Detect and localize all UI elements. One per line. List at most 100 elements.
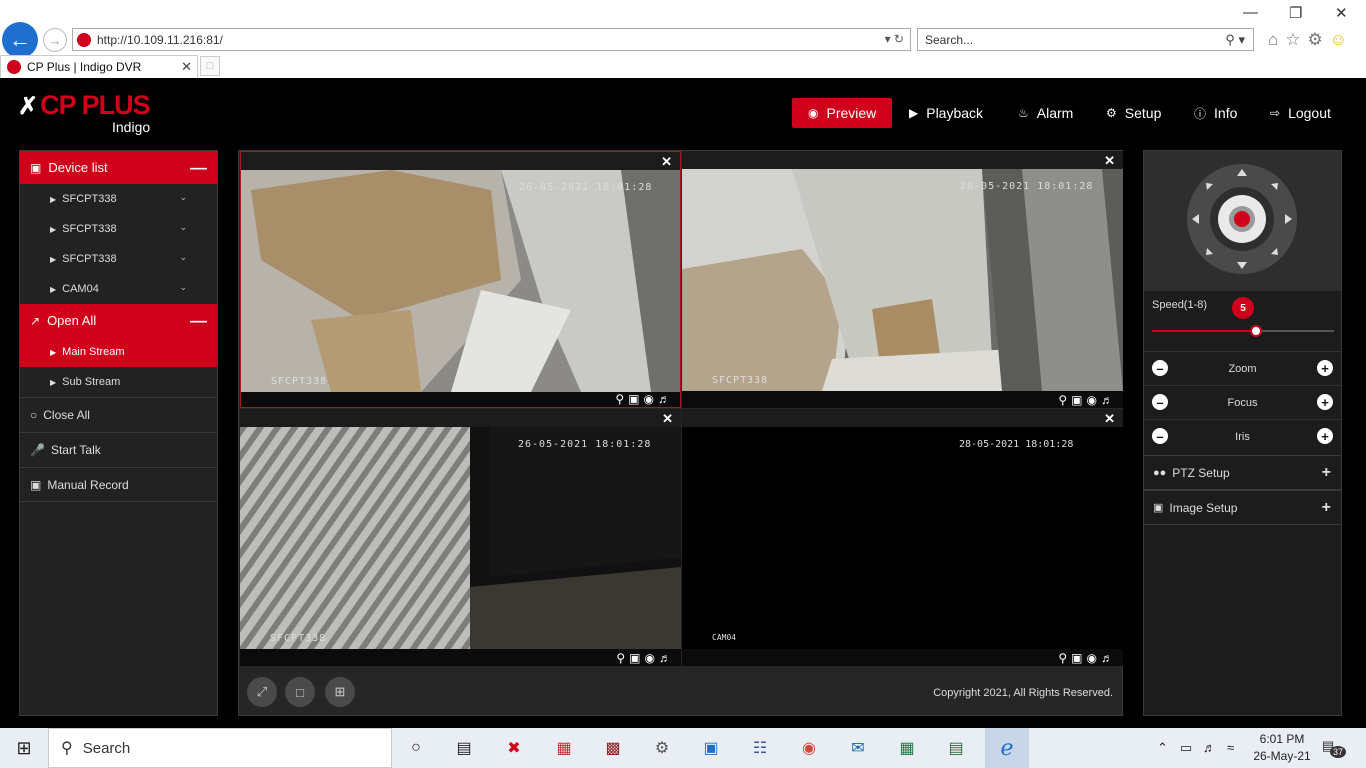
- browser-search-input[interactable]: Search... ⚲ ▾: [917, 28, 1254, 51]
- close-icon[interactable]: ✕: [661, 154, 672, 170]
- camera-video-3[interactable]: 26-05-2021 18:01:28 SFCPT338: [240, 427, 681, 649]
- chevron-down-icon[interactable]: ⌄: [179, 282, 187, 293]
- fullscreen-button[interactable]: ⤢: [247, 677, 277, 707]
- windows-start-button[interactable]: ⊞: [0, 728, 48, 768]
- favorites-star-icon[interactable]: ☆: [1285, 30, 1307, 49]
- home-icon[interactable]: ⌂: [1268, 30, 1285, 49]
- tray-chevron-up-icon[interactable]: ⌃: [1157, 740, 1168, 756]
- audio-speaker-icon[interactable]: ♬: [1101, 651, 1117, 665]
- address-bar[interactable]: http://10.109.11.216:81/ ▾ ↻: [72, 28, 911, 51]
- audio-speaker-icon[interactable]: ♬: [659, 651, 675, 665]
- camera-tile-1[interactable]: ✕ 26-05-2021 18:01:28 SFCPT338 ⚲▣◉♬: [240, 151, 681, 408]
- outlook-icon[interactable]: ✉: [844, 734, 872, 762]
- camera-tile-3[interactable]: ✕ 26-05-2021 18:01:28 SFCPT338 ⚲▣◉♬: [240, 409, 681, 666]
- camera-video-2[interactable]: 26-05-2021 18:01:28 SFCPT338: [682, 169, 1123, 391]
- snapshot-camera-icon[interactable]: ◉: [645, 651, 659, 665]
- red-app-icon[interactable]: ▦: [550, 734, 578, 762]
- tab-close-icon[interactable]: ✕: [181, 59, 192, 75]
- device-item-2[interactable]: ▶ SFCPT338 ⌄: [20, 214, 217, 244]
- new-tab-button[interactable]: □: [200, 56, 220, 76]
- zoom-in-icon[interactable]: ⚲: [1058, 393, 1071, 407]
- focus-in-button[interactable]: +: [1317, 394, 1333, 410]
- search-icon[interactable]: ⚲ ▾: [1225, 32, 1245, 48]
- expand-plus-icon[interactable]: +: [1322, 499, 1331, 517]
- zoom-out-button[interactable]: –: [1152, 360, 1168, 376]
- wifi-icon[interactable]: ≈: [1227, 740, 1234, 755]
- speed-slider-handle[interactable]: [1249, 325, 1262, 337]
- nav-alarm[interactable]: ♨ Alarm: [1018, 98, 1073, 128]
- back-button[interactable]: ←: [2, 22, 38, 58]
- camera-tile-2[interactable]: ✕ 26-05-2021 18:01:28 SFCPT338 ⚲▣◉♬: [682, 151, 1123, 408]
- snapshot-camera-icon[interactable]: ◉: [644, 392, 658, 406]
- camera-video-1[interactable]: 26-05-2021 18:01:28 SFCPT338: [241, 170, 680, 392]
- excel-icon[interactable]: ▦: [893, 734, 921, 762]
- image-setup-section[interactable]: ▣ Image Setup +: [1144, 490, 1341, 525]
- iris-open-button[interactable]: +: [1317, 428, 1333, 444]
- close-icon[interactable]: ✕: [662, 411, 673, 427]
- device-item-3[interactable]: ▶ SFCPT338 ⌄: [20, 244, 217, 274]
- camera-tile-4[interactable]: ✕ 28-05-2021 18:01:28 CAM04 ⚲▣◉♬: [682, 409, 1123, 666]
- collapse-icon[interactable]: —: [190, 158, 207, 178]
- smiley-feedback-icon[interactable]: ☺: [1330, 30, 1354, 49]
- ptz-dpad[interactable]: [1144, 151, 1341, 291]
- manual-record-button[interactable]: ▣ Manual Record: [20, 467, 217, 502]
- close-window-button[interactable]: ✕: [1335, 4, 1348, 22]
- open-all-header[interactable]: ↗ Open All —: [20, 304, 217, 337]
- taskbar-search-box[interactable]: ⚲ Search: [48, 728, 392, 768]
- iris-close-button[interactable]: –: [1152, 428, 1168, 444]
- nav-info[interactable]: ⓘ Info: [1194, 98, 1237, 128]
- chrome-icon[interactable]: ◉: [795, 734, 823, 762]
- close-icon[interactable]: ✕: [1104, 153, 1115, 169]
- device-list-header[interactable]: ▣ Device list —: [20, 151, 217, 184]
- expand-plus-icon[interactable]: +: [1322, 464, 1331, 482]
- calendar-app-icon[interactable]: ▩: [599, 734, 627, 762]
- audio-speaker-icon[interactable]: ♬: [1101, 393, 1117, 407]
- record-icon[interactable]: ▣: [628, 392, 643, 406]
- camera-video-4[interactable]: 28-05-2021 18:01:28 CAM04: [682, 427, 1123, 649]
- close-all-button[interactable]: ○ Close All: [20, 397, 217, 432]
- forward-button[interactable]: →: [43, 28, 67, 52]
- sub-stream-option[interactable]: ▶ Sub Stream: [20, 367, 217, 397]
- zoom-in-icon[interactable]: ⚲: [616, 651, 629, 665]
- cp-plus-app-icon[interactable]: ✖: [500, 734, 528, 762]
- chevron-down-icon[interactable]: ⌄: [179, 192, 187, 203]
- snapshot-camera-icon[interactable]: ◉: [1087, 651, 1101, 665]
- settings-gear-icon[interactable]: ⚙: [1308, 30, 1330, 49]
- taskbar-clock[interactable]: 6:01 PM 26-May-21: [1250, 731, 1314, 765]
- cortana-icon[interactable]: ○: [402, 734, 430, 762]
- settings-app-icon[interactable]: ⚙: [648, 734, 676, 762]
- record-icon[interactable]: ▣: [1071, 393, 1086, 407]
- nav-logout[interactable]: ⇨ Logout: [1270, 98, 1331, 128]
- zoom-in-icon[interactable]: ⚲: [1058, 651, 1071, 665]
- chevron-down-icon[interactable]: ⌄: [179, 222, 187, 233]
- nav-playback[interactable]: ▶ Playback: [909, 98, 983, 128]
- nav-setup[interactable]: ⚙ Setup: [1106, 98, 1161, 128]
- speed-slider[interactable]: [1152, 325, 1334, 337]
- quad-view-button[interactable]: ⊞: [325, 677, 355, 707]
- minimize-button[interactable]: —: [1243, 4, 1258, 21]
- device-item-4[interactable]: ▶ CAM04 ⌄: [20, 274, 217, 304]
- restore-button[interactable]: ❐: [1289, 4, 1302, 22]
- notepad-app-icon[interactable]: ▤: [942, 734, 970, 762]
- chevron-down-icon[interactable]: ⌄: [179, 252, 187, 263]
- audio-speaker-icon[interactable]: ♬: [658, 392, 674, 406]
- ptz-setup-section[interactable]: ●● PTZ Setup +: [1144, 455, 1341, 490]
- focus-out-button[interactable]: –: [1152, 394, 1168, 410]
- start-talk-button[interactable]: 🎤 Start Talk: [20, 432, 217, 467]
- browser-tab[interactable]: CP Plus | Indigo DVR ✕: [0, 55, 198, 78]
- zoom-in-button[interactable]: +: [1317, 360, 1333, 376]
- network-app-icon[interactable]: ☷: [746, 734, 774, 762]
- record-icon[interactable]: ▣: [629, 651, 644, 665]
- device-item-1[interactable]: ▶ SFCPT338 ⌄: [20, 184, 217, 214]
- record-icon[interactable]: ▣: [1071, 651, 1086, 665]
- battery-icon[interactable]: ▭: [1180, 740, 1192, 756]
- internet-explorer-icon[interactable]: ℯ: [985, 728, 1029, 768]
- window-app-icon[interactable]: ▣: [697, 734, 725, 762]
- zoom-in-icon[interactable]: ⚲: [615, 392, 628, 406]
- nav-preview[interactable]: ◉ Preview: [792, 98, 893, 128]
- refresh-icon[interactable]: ▾ ↻: [885, 32, 904, 46]
- main-stream-option[interactable]: ▶ Main Stream: [20, 337, 217, 367]
- task-view-icon[interactable]: ▤: [450, 734, 478, 762]
- volume-icon[interactable]: ♬: [1203, 740, 1216, 755]
- collapse-icon[interactable]: —: [190, 311, 207, 331]
